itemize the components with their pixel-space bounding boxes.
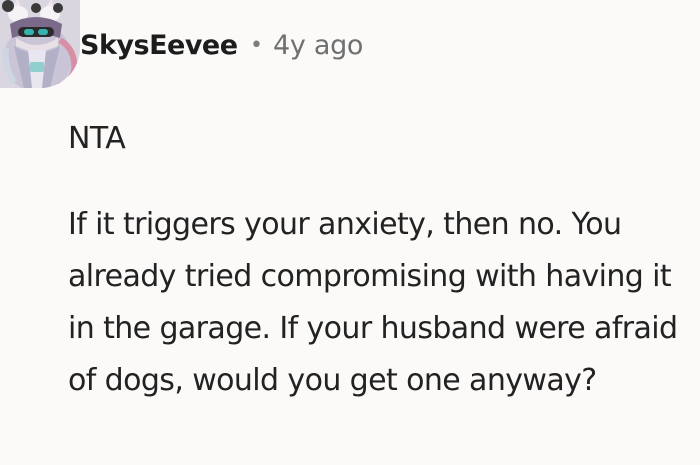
comment-body: NTA If it triggers your anxiety, then no… — [68, 113, 698, 407]
comment-paragraph: If it triggers your anxiety, then no. Yo… — [68, 207, 678, 398]
comment-paragraph: NTA — [68, 121, 126, 156]
avatar[interactable] — [0, 0, 80, 88]
author-username[interactable]: SkysEevee — [80, 26, 238, 66]
comment-timestamp: 4y ago — [273, 30, 364, 61]
comment: SkysEevee • 4y ago NTA If it triggers yo… — [0, 0, 700, 465]
separator-dot: • — [250, 33, 263, 58]
avatar-icon — [0, 0, 80, 88]
comment-header: SkysEevee • 4y ago — [0, 0, 700, 92]
